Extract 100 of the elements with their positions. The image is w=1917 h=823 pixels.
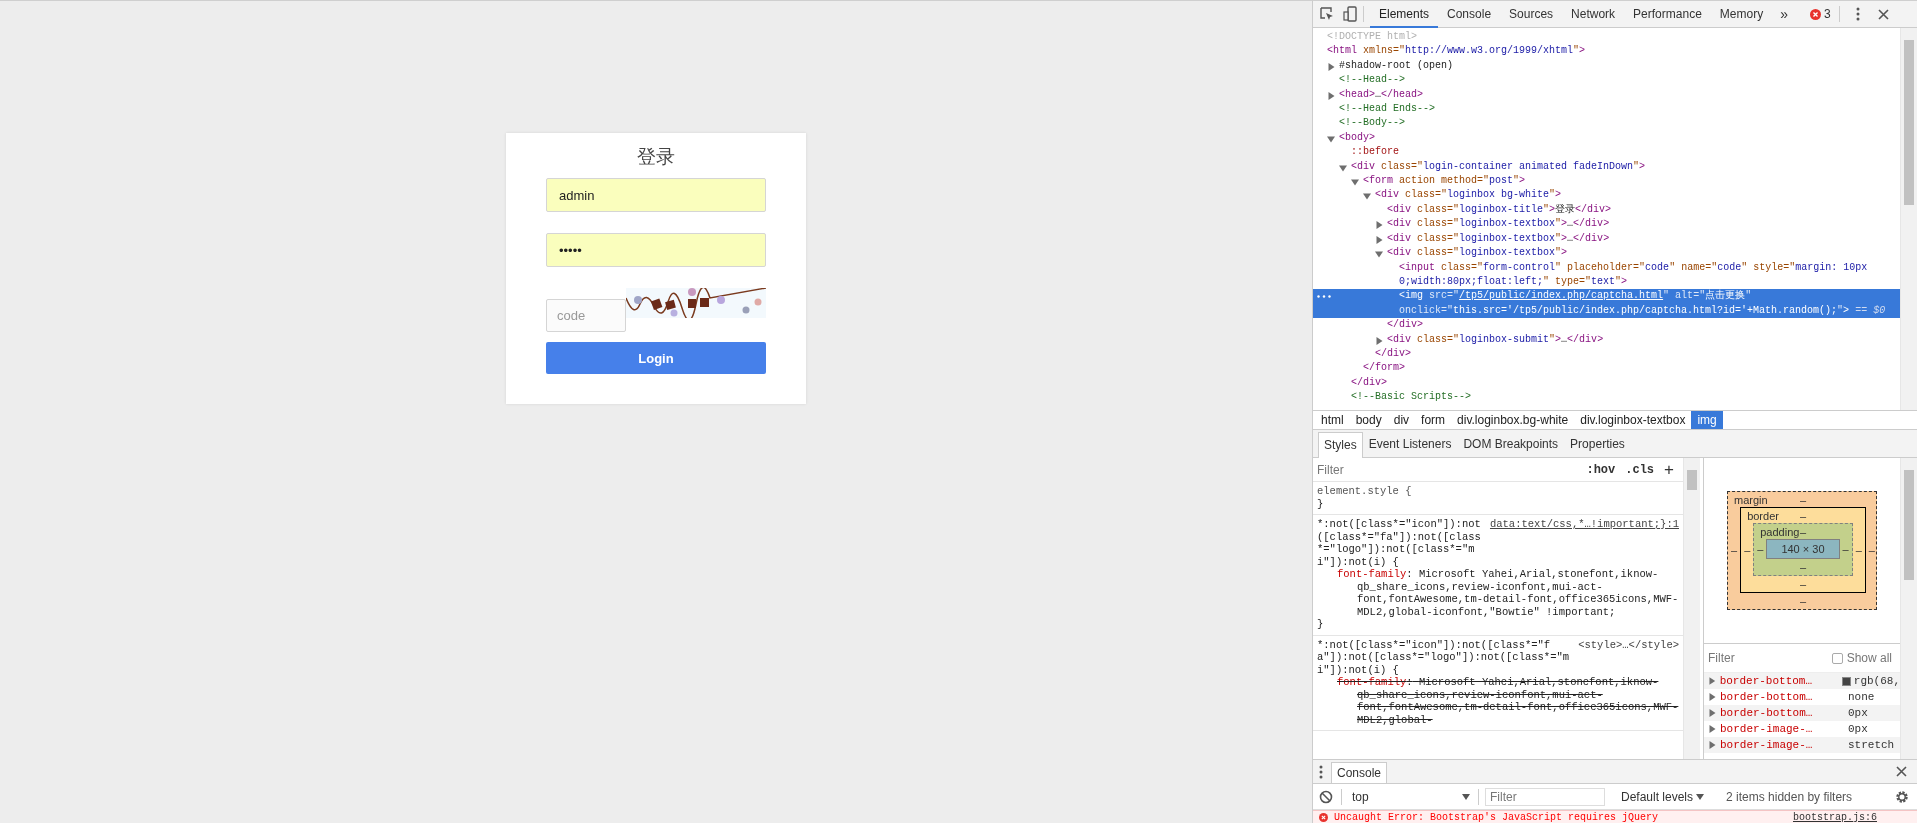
- stylesheet-link[interactable]: <style>…</style>: [1578, 638, 1679, 651]
- context-select[interactable]: top: [1346, 789, 1476, 804]
- box-value: –: [1798, 594, 1807, 609]
- device-icon[interactable]: [1343, 6, 1357, 22]
- sidebar-tab[interactable]: Event Listeners: [1362, 431, 1458, 457]
- sidebar-tab[interactable]: Properties: [1564, 431, 1631, 457]
- dom-tree-row[interactable]: <div class="loginbox-textbox">…</div>: [1313, 217, 1900, 232]
- dom-tree-row[interactable]: <html xmlns="http://www.w3.org/1999/xhtml">: [1313, 44, 1900, 59]
- expand-arrow-icon[interactable]: [1327, 62, 1335, 71]
- collapse-arrow-icon[interactable]: [1327, 134, 1335, 143]
- dom-tree-row[interactable]: </div>: [1313, 375, 1900, 391]
- class-toggle-button[interactable]: .cls: [1620, 462, 1660, 477]
- hover-state-button[interactable]: :hov: [1581, 462, 1621, 477]
- sidebar-tab[interactable]: Styles: [1318, 432, 1363, 458]
- hidden-items-note: 2 items hidden by filters: [1726, 789, 1853, 804]
- breadcrumb[interactable]: form: [1415, 411, 1452, 429]
- more-tabs-button[interactable]: »: [1772, 6, 1796, 22]
- property-name: border-bottom…: [1719, 675, 1814, 687]
- show-all-checkbox[interactable]: Show all: [1831, 651, 1892, 665]
- breadcrumb[interactable]: div: [1387, 411, 1416, 429]
- dom-tree-row[interactable]: <body>: [1313, 130, 1900, 146]
- clear-console-icon[interactable]: [1319, 789, 1333, 804]
- dom-tree-row[interactable]: <form action method="post">: [1313, 174, 1900, 189]
- dom-tree-row[interactable]: <!--Head-->: [1313, 73, 1900, 88]
- dom-tree-row[interactable]: </div>: [1313, 346, 1900, 362]
- scrollbar[interactable]: [1900, 458, 1917, 759]
- login-button[interactable]: Login: [546, 342, 766, 374]
- box-label: padding: [1760, 525, 1800, 539]
- box-value: –: [1743, 543, 1752, 556]
- dom-tree-row[interactable]: <div class="login-container animated fadeInDown">: [1313, 159, 1900, 175]
- drawer-tab[interactable]: Console: [1331, 762, 1388, 783]
- dom-tree-row[interactable]: <div class="loginbox-submit">…</div>: [1313, 332, 1900, 347]
- dom-tree-row[interactable]: <div class="loginbox-textbox">…</div>: [1313, 231, 1900, 247]
- inspect-icon[interactable]: [1319, 6, 1335, 22]
- source-link[interactable]: bootstrap.js:6: [1793, 811, 1877, 823]
- box-value: –: [1854, 543, 1863, 556]
- dom-tree-row[interactable]: <!--Head Ends-->: [1313, 102, 1900, 117]
- css-selector: *:not([class*="icon"]):not([class*="fa"]):not([class*="logo"]):not([class*="mi"]):not(i) {: [1317, 638, 1571, 676]
- css-declaration[interactable]: font-family: Microsoft Yahei,Arial,stonefont,iknow-qb_share_icons,review-iconfont,mui-act-font,fontAwesome,tm-detail-font,office365icons,MWF-MDL2,global-iconfont,"Bowtie" !important;: [1317, 568, 1679, 618]
- scrollbar[interactable]: [1683, 458, 1700, 759]
- box-value: –: [1799, 509, 1806, 523]
- breadcrumb[interactable]: body: [1349, 411, 1388, 429]
- css-selector: element.style {: [1317, 485, 1413, 498]
- new-rule-button[interactable]: +: [1659, 459, 1679, 480]
- panel-tab[interactable]: Network: [1562, 2, 1625, 28]
- kebab-menu-icon[interactable]: [1319, 764, 1323, 779]
- close-icon[interactable]: [1896, 766, 1907, 777]
- close-icon[interactable]: [1877, 8, 1889, 20]
- breadcrumb[interactable]: html: [1315, 411, 1350, 429]
- dom-tree-row[interactable]: <head>…</head>: [1313, 87, 1900, 103]
- scrollbar[interactable]: [1900, 28, 1917, 410]
- collapse-arrow-icon[interactable]: [1351, 178, 1359, 187]
- dom-tree-row[interactable]: #shadow-root (open): [1313, 58, 1900, 74]
- sidebar-tab[interactable]: DOM Breakpoints: [1457, 431, 1565, 457]
- login-title: 登录: [636, 144, 676, 169]
- css-declaration[interactable]: font-family: Microsoft Yahei,Arial,stonefont,iknow-qb_share_icons,review-iconfont,mui-act-font,fontAwesome,tm-detail-font,office365icons,MWF-MDL2,global-: [1317, 676, 1679, 726]
- box-label: margin: [1734, 493, 1769, 507]
- log-levels-dropdown[interactable]: Default levels: [1615, 788, 1711, 805]
- expand-arrow-icon[interactable]: [1375, 336, 1383, 345]
- collapse-arrow-icon[interactable]: [1375, 250, 1383, 259]
- settings-icon[interactable]: [1895, 789, 1909, 804]
- filter-field[interactable]: Filter: [1317, 462, 1437, 477]
- dom-tree-row[interactable]: <div class="loginbox-title">登录</div>: [1313, 202, 1900, 218]
- dom-tree-row[interactable]: </form>: [1313, 361, 1900, 376]
- username-field[interactable]: admin: [546, 178, 766, 212]
- error-icon: [1809, 8, 1821, 20]
- collapse-arrow-icon[interactable]: [1363, 192, 1371, 201]
- dom-tree-row[interactable]: ::before: [1313, 145, 1900, 160]
- dom-tree-row[interactable]: <div class="loginbox-textbox">: [1313, 246, 1900, 261]
- panel-tab[interactable]: Console: [1438, 2, 1501, 28]
- dom-tree-row[interactable]: <!--Body-->: [1313, 116, 1900, 131]
- css-selector: *:not([class*="icon"]):not([class*="fa"]):not([class*="logo"]):not([class*="mi"]):not(i) {: [1317, 518, 1482, 568]
- dom-tree-row[interactable]: <div class="loginbox bg-white">: [1313, 188, 1900, 203]
- stylesheet-link[interactable]: data:text/css,*…!important;}:1: [1489, 518, 1679, 531]
- panel-tab[interactable]: Performance: [1624, 2, 1711, 28]
- dom-tree-row[interactable]: <input class="form-control" placeholder="code" name="code" style="margin: 10px 0;width:80px;float:left;" type="text">: [1313, 260, 1900, 290]
- collapse-arrow-icon[interactable]: [1339, 163, 1347, 172]
- panel-tab[interactable]: Elements: [1370, 2, 1439, 28]
- filter-field[interactable]: Filter: [1708, 651, 1778, 665]
- dom-tree-row[interactable]: <!--Basic Scripts-->: [1313, 390, 1900, 405]
- dom-tree-row[interactable]: <img src="/tp5/public/index.php/captcha.html" alt="点击更换" onclick="this.src='/tp5/public/index.php/captcha.html?id='+Math.random();"> == $0: [1313, 289, 1900, 319]
- filter-field[interactable]: Filter: [1485, 787, 1605, 806]
- expand-arrow-icon[interactable]: [1327, 91, 1335, 100]
- expand-arrow-icon[interactable]: [1375, 235, 1383, 244]
- panel-tab[interactable]: Sources: [1500, 2, 1563, 28]
- closing-brace: }: [1317, 618, 1325, 631]
- error-count[interactable]: 3: [1823, 7, 1831, 21]
- dom-tree-row[interactable]: </div>: [1313, 318, 1900, 333]
- kebab-menu-icon[interactable]: [1855, 7, 1860, 21]
- password-field[interactable]: •••••: [546, 233, 766, 267]
- panel-tab[interactable]: Memory: [1710, 2, 1773, 28]
- breadcrumb[interactable]: img: [1691, 411, 1723, 429]
- expand-arrow-icon[interactable]: [1375, 221, 1383, 230]
- box-value: –: [1756, 543, 1765, 555]
- property-name: border-bottom…: [1720, 691, 1814, 703]
- more-icon[interactable]: [1317, 295, 1331, 299]
- breadcrumb[interactable]: div.loginbox.bg-white: [1451, 411, 1575, 429]
- breadcrumb[interactable]: div.loginbox-textbox: [1574, 411, 1692, 429]
- code-field[interactable]: code: [546, 299, 626, 332]
- box-value: –: [1841, 543, 1850, 555]
